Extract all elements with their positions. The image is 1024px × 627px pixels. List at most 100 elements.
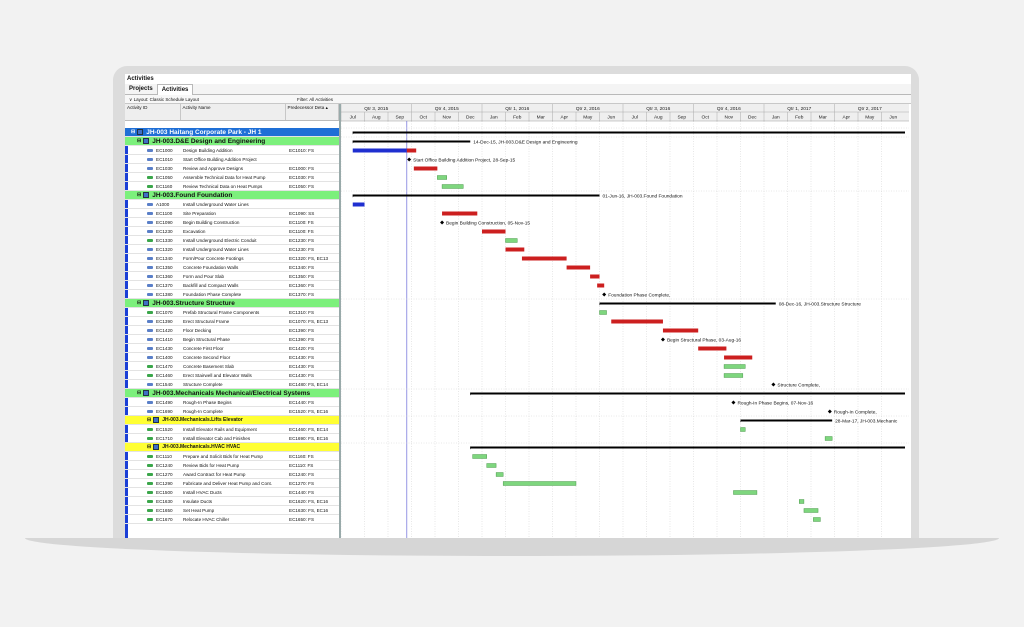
table-row[interactable]: EC1410 Begin Structural Phase EC1390: FS [125,335,339,344]
table-row[interactable]: EC1000 Design Building Addition EC1010: FS [125,146,339,155]
collapse-icon[interactable]: ⊟ [147,417,151,423]
predecessor-cell: EC1430: FS [289,363,315,369]
table-row[interactable]: EC1030 Review and Approve Designs EC1000: … [125,164,339,173]
table-row[interactable]: EC1350 Concrete Foundation Walls EC1340: F… [125,263,339,272]
predecessor-cell: EC1010: FS [289,147,315,153]
wbs-row[interactable]: ⊟ JH-003.Structure Structure [125,299,339,308]
table-row[interactable]: EC1240 Review Bids for Heat Pump EC1110: F… [125,461,339,470]
table-row[interactable]: EC1670 Relocate HVAC Chiller EC1650: FS [125,515,339,524]
column-activity-id[interactable]: Activity ID [125,104,181,120]
month-label: Oct [702,115,710,121]
milestone-diamond [440,220,445,225]
table-row[interactable]: EC1290 Fabricate and Deliver Heat Pump an… [125,479,339,488]
table-row[interactable]: EC1050 Assemble Technical Data for Heat P… [125,173,339,182]
table-row[interactable]: EC1500 Install HVAC Ducts EC1440: FS [125,488,339,497]
table-row[interactable]: A1000 Install Underground Water Lines [125,200,339,209]
predecessor-cell: EC1230: FS [289,237,315,243]
activity-name-cell: Site Preparation [183,210,216,216]
table-row[interactable]: EC1520 Install Elevator Rails and Equipme… [125,425,339,434]
table-row[interactable]: EC1340 Form/Pour Concrete Footings EC1320:… [125,254,339,263]
wbs-row[interactable]: ⊟ JH-003.D&E Design and Engineering [125,137,339,146]
table-row[interactable]: EC1630 Insulate Ducts EC1620: FS, EC16 [125,497,339,506]
activity-id-cell: EC1320 [125,247,181,252]
activity-id: EC1410 [156,336,173,342]
activity-id-cell: A1000 [125,202,181,207]
activity-name-cell: Install Underground Water Lines [183,246,249,252]
wbs-row[interactable]: ⊟ JH-003.Mechanicals.Lifts Elevator [125,416,339,425]
table-row[interactable]: EC1090 Begin Building Construction EC1100:… [125,218,339,227]
activity-icon [147,400,153,404]
predecessor-cell: EC1100: FS [289,219,314,225]
activity-name-cell: Erect Stairwell and Elevator Walls [183,372,252,378]
tab-projects[interactable]: Projects [125,84,157,94]
month-label: Nov [442,115,451,121]
table-row[interactable]: EC1430 Concrete First Floor EC1420: FS [125,344,339,353]
collapse-icon[interactable]: ⊟ [137,192,141,198]
activity-bar [813,517,821,522]
table-row[interactable]: EC1710 Install Elevator Cab and Finishes E… [125,434,339,443]
activity-id-cell: EC1350 [125,265,181,270]
table-row[interactable]: EC1460 Erect Stairwell and Elevator Walls… [125,371,339,380]
tab-activities[interactable]: Activities [156,83,194,95]
activity-name-cell: Insulate Ducts [183,498,213,504]
table-row[interactable]: EC1320 Install Underground Water Lines EC1… [125,245,339,254]
activity-bar [495,472,504,477]
activity-icon [147,337,153,341]
table-row[interactable]: EC1160 Review Technical Data on Heat Pump… [125,182,339,191]
layout-selector[interactable]: ∨ Layout: Classic Schedule Layout [125,95,297,103]
activity-icon [147,472,153,476]
activity-id-cell: EC1110 [125,454,181,459]
table-row[interactable]: EC1360 Form and Pour Slab EC1350: FS [125,272,339,281]
activity-id-cell: EC1240 [125,463,181,468]
quarter-label: Qtr 2, 2016 [576,106,600,112]
quarter-label: Qtr 1, 2016 [505,106,529,112]
activity-id: EC1110 [156,453,172,459]
collapse-icon[interactable]: ⊟ [137,300,141,306]
table-row[interactable]: EC1540 Structure Complete EC1480: FS, EC14 [125,380,339,389]
table-row[interactable]: EC1100 Site Preparation EC1090: SS [125,209,339,218]
month-label: Feb [795,115,804,121]
activity-id-cell: EC1370 [125,283,181,288]
table-row[interactable]: EC1400 Concrete Second Floor EC1430: FS [125,353,339,362]
month-label: Mar [537,115,546,121]
activity-name-cell: Install Elevator Cab and Finishes [183,435,251,441]
collapse-icon[interactable]: ⊟ [131,129,135,135]
filter-label[interactable]: Filter: All Activities [297,95,333,103]
activity-icon [147,481,153,485]
gantt-svg: Qtr 3, 2015 Qtr 4, 2015 Qtr 1, 2016 Qtr 2, … [341,104,909,538]
table-row[interactable]: EC1380 Foundation Phase Complete EC1370: F… [125,290,339,299]
activity-bar [505,247,525,252]
collapse-icon[interactable]: ⊟ [137,390,141,396]
bar-label: Rough-In Phase Begins, 07-Nov-16 [737,400,813,406]
table-row[interactable]: EC1690 Rough-In Complete EC1520: FS, EC16 [125,407,339,416]
table-row[interactable]: EC1470 Concrete Basement Slab EC1430: FS [125,362,339,371]
activity-icon [147,148,153,152]
table-row[interactable]: EC1230 Excavation EC1100: FS [125,227,339,236]
table-row[interactable]: EC1070 Prefab Structural Frame Components… [125,308,339,317]
activity-bar [698,346,727,351]
table-row[interactable]: EC1370 Backfill and Compact Walls EC1360: … [125,281,339,290]
activity-bar [505,238,518,243]
activity-bar [723,373,744,378]
wbs-row[interactable]: ⊟ JH-003.Found Foundation [125,191,339,200]
column-predecessor[interactable]: Predecessor Deta ▴ [286,104,339,120]
wbs-row[interactable]: ⊟ JH-003 Haitang Corporate Park - JH 1 [125,128,339,137]
wbs-name: JH-003.Found Foundation [152,191,233,199]
collapse-icon[interactable]: ⊟ [137,138,141,144]
table-row[interactable]: EC1420 Floor Decking EC1390: FS [125,326,339,335]
milestone-diamond [407,157,412,162]
table-row[interactable]: EC1010 Start Office Building Addition Pro… [125,155,339,164]
wbs-row[interactable]: ⊟ JH-003.Mechanicals.HVAC HVAC [125,443,339,452]
table-row[interactable]: EC1270 Award Contract for Heat Pump EC1240… [125,470,339,479]
table-row[interactable]: EC1330 Install Underground Electric Condu… [125,236,339,245]
column-activity-name[interactable]: Activity Name [181,104,286,120]
collapse-icon[interactable]: ⊟ [147,444,151,450]
table-row[interactable]: EC1490 Rough-In Phase Begins EC1440: FS [125,398,339,407]
activity-name-cell: Foundation Phase Complete [183,291,242,297]
activity-id-cell: EC1230 [125,229,181,234]
wbs-row[interactable]: ⊟ JH-003.Mechanicals Mechanical/Electrica… [125,389,339,398]
activity-name-cell: Begin Structural Phase [183,336,230,342]
table-row[interactable]: EC1390 Erect Structural Frame EC1070: FS, … [125,317,339,326]
table-row[interactable]: EC1110 Prepare and Solicit Bids for Heat … [125,452,339,461]
table-row[interactable]: EC1650 Set Heat Pump EC1630: FS, EC16 [125,506,339,515]
